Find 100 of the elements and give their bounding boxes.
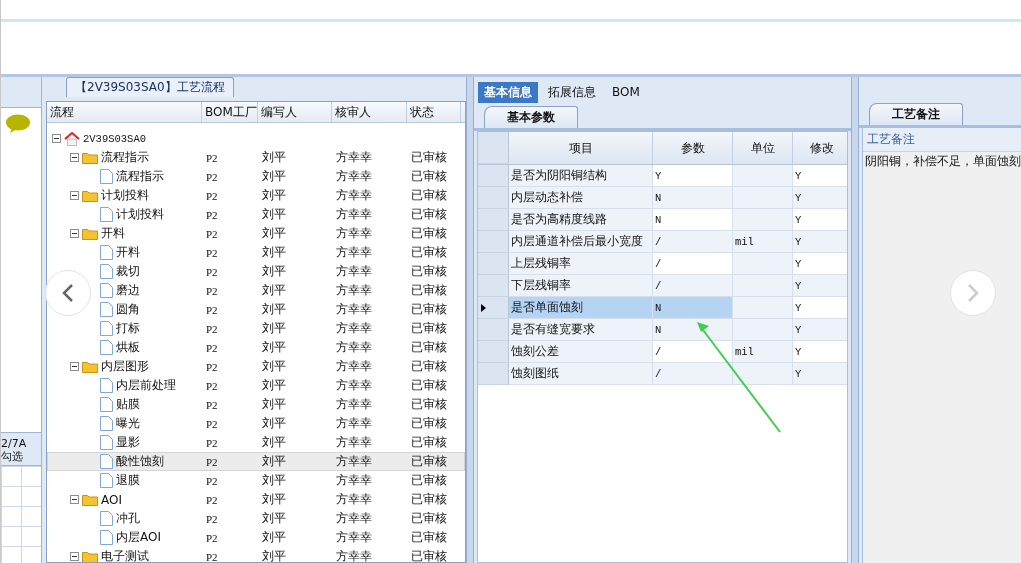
file-icon <box>100 302 113 317</box>
table-cell-text: 方幸幸 <box>335 188 373 203</box>
table-cell-text: 刘平 <box>261 207 287 222</box>
table-cell: N <box>653 209 733 231</box>
tree-node-label: 流程指示 <box>101 149 149 166</box>
table-cell-text: 已审核 <box>410 549 448 562</box>
table-cell: N <box>653 187 733 209</box>
table-cell: 是否为高精度线路 <box>509 209 653 231</box>
collapse-icon[interactable] <box>70 552 79 561</box>
table-cell: 上层残铜率 <box>509 253 653 275</box>
table-cell: / <box>653 363 733 385</box>
table-cell-text: 已审核 <box>410 492 448 507</box>
table-cell-text: 刘平 <box>261 359 287 374</box>
column-header[interactable]: 核审人 <box>332 102 407 122</box>
table-cell-text: P2 <box>205 398 219 411</box>
column-header[interactable]: BOM工厂 <box>202 102 258 122</box>
table-cell: 是否单面蚀刻 <box>509 297 653 319</box>
tab[interactable]: 拓展信息 <box>542 81 602 103</box>
section-tab[interactable]: 基本参数 <box>484 106 578 128</box>
table-cell-text: 已审核 <box>410 150 448 165</box>
table-cell-text: 方幸幸 <box>335 416 373 431</box>
table-cell-text: P2 <box>205 512 219 525</box>
collapse-icon[interactable] <box>70 153 79 162</box>
column-header[interactable]: 编写人 <box>258 102 332 122</box>
table-cell-text: 刘平 <box>261 511 287 526</box>
table-cell-text: P2 <box>205 208 219 221</box>
collapse-icon[interactable] <box>70 191 79 200</box>
table-cell-text: P2 <box>205 436 219 449</box>
table-cell-text: 方幸幸 <box>335 226 373 241</box>
table-cell-text: 方幸幸 <box>335 264 373 279</box>
house-icon <box>64 131 80 146</box>
column-header[interactable]: 流程 <box>47 102 202 122</box>
file-icon <box>100 378 113 393</box>
tree-node-label: 圆角 <box>116 301 140 318</box>
collapse-icon[interactable] <box>70 362 79 371</box>
table-cell-text: 已审核 <box>410 188 448 203</box>
table-cell-text: 方幸幸 <box>335 492 373 507</box>
table-cell: 内层动态补偿 <box>509 187 653 209</box>
column-header[interactable]: 参数 <box>653 132 733 164</box>
speech-bubble-icon[interactable] <box>5 114 31 134</box>
table-cell-text: 刘平 <box>261 226 287 241</box>
file-icon <box>100 340 113 355</box>
row-header[interactable] <box>478 297 509 319</box>
tab[interactable]: BOM <box>606 83 646 101</box>
table-cell-text: 刘平 <box>261 378 287 393</box>
table-cell: Y <box>793 319 847 341</box>
folder-icon <box>82 550 98 562</box>
table-cell <box>733 363 793 385</box>
section-tab[interactable]: 工艺备注 <box>869 103 963 125</box>
table-cell-text: 方幸幸 <box>335 511 373 526</box>
table-cell-text: P2 <box>205 284 219 297</box>
file-icon <box>100 416 113 431</box>
tree-node-label: 打标 <box>116 320 140 337</box>
collapse-icon[interactable] <box>70 495 79 504</box>
tree-node-label: 电子测试 <box>101 548 149 562</box>
table-cell-text: P2 <box>205 151 219 164</box>
table-cell-text: 刘平 <box>261 283 287 298</box>
file-icon <box>100 454 113 469</box>
file-icon <box>100 207 113 222</box>
tree-node-label: 酸性蚀刻 <box>116 453 164 470</box>
table-cell: mil <box>733 231 793 253</box>
collapse-icon[interactable] <box>70 229 79 238</box>
table-cell-text: 方幸幸 <box>335 302 373 317</box>
table-cell-text: 刘平 <box>261 264 287 279</box>
tree-node-label: 流程指示 <box>116 168 164 185</box>
table-cell-text: 方幸幸 <box>335 473 373 488</box>
table-cell-text: 方幸幸 <box>335 207 373 222</box>
table-cell-text: 刘平 <box>261 188 287 203</box>
tree-node-label: 冲孔 <box>116 510 140 527</box>
selected-tree-row[interactable]: 酸性蚀刻 P2 刘平 方幸幸 已审核 <box>47 452 465 471</box>
table-cell: Y <box>793 231 847 253</box>
table-cell: / <box>653 253 733 275</box>
table-cell <box>733 209 793 231</box>
table-cell-text: P2 <box>205 341 219 354</box>
table-cell-text: P2 <box>205 322 219 335</box>
table-cell-text: 已审核 <box>410 511 448 526</box>
table-cell-text: P2 <box>205 170 219 183</box>
table-cell: 是否有缝宽要求 <box>509 319 653 341</box>
table-cell-text: 方幸幸 <box>335 340 373 355</box>
table-cell: 蚀刻公差 <box>509 341 653 363</box>
row-pointer-icon <box>481 303 486 312</box>
table-cell-text: 刘平 <box>261 530 287 545</box>
table-cell-text: 方幸幸 <box>335 549 373 562</box>
collapse-icon[interactable] <box>52 134 61 143</box>
tab[interactable]: 基本信息 <box>478 81 538 103</box>
table-cell-text: P2 <box>205 455 219 468</box>
table-cell-text: P2 <box>205 493 219 506</box>
table-cell-text: 方幸幸 <box>335 454 373 469</box>
column-header[interactable]: 项目 <box>509 132 653 164</box>
table-cell-text: 刘平 <box>261 321 287 336</box>
table-cell-text: 已审核 <box>410 264 448 279</box>
splitter-bar[interactable] <box>851 77 859 563</box>
table-cell-text: 方幸幸 <box>335 378 373 393</box>
tree-node-label: 烘板 <box>116 339 140 356</box>
file-icon <box>100 264 113 279</box>
table-cell-text: 方幸幸 <box>335 150 373 165</box>
column-header[interactable]: 单位 <box>733 132 793 164</box>
table-cell-text: 已审核 <box>410 245 448 260</box>
table-cell-text: 刘平 <box>261 245 287 260</box>
column-header[interactable]: 状态 <box>407 102 461 122</box>
